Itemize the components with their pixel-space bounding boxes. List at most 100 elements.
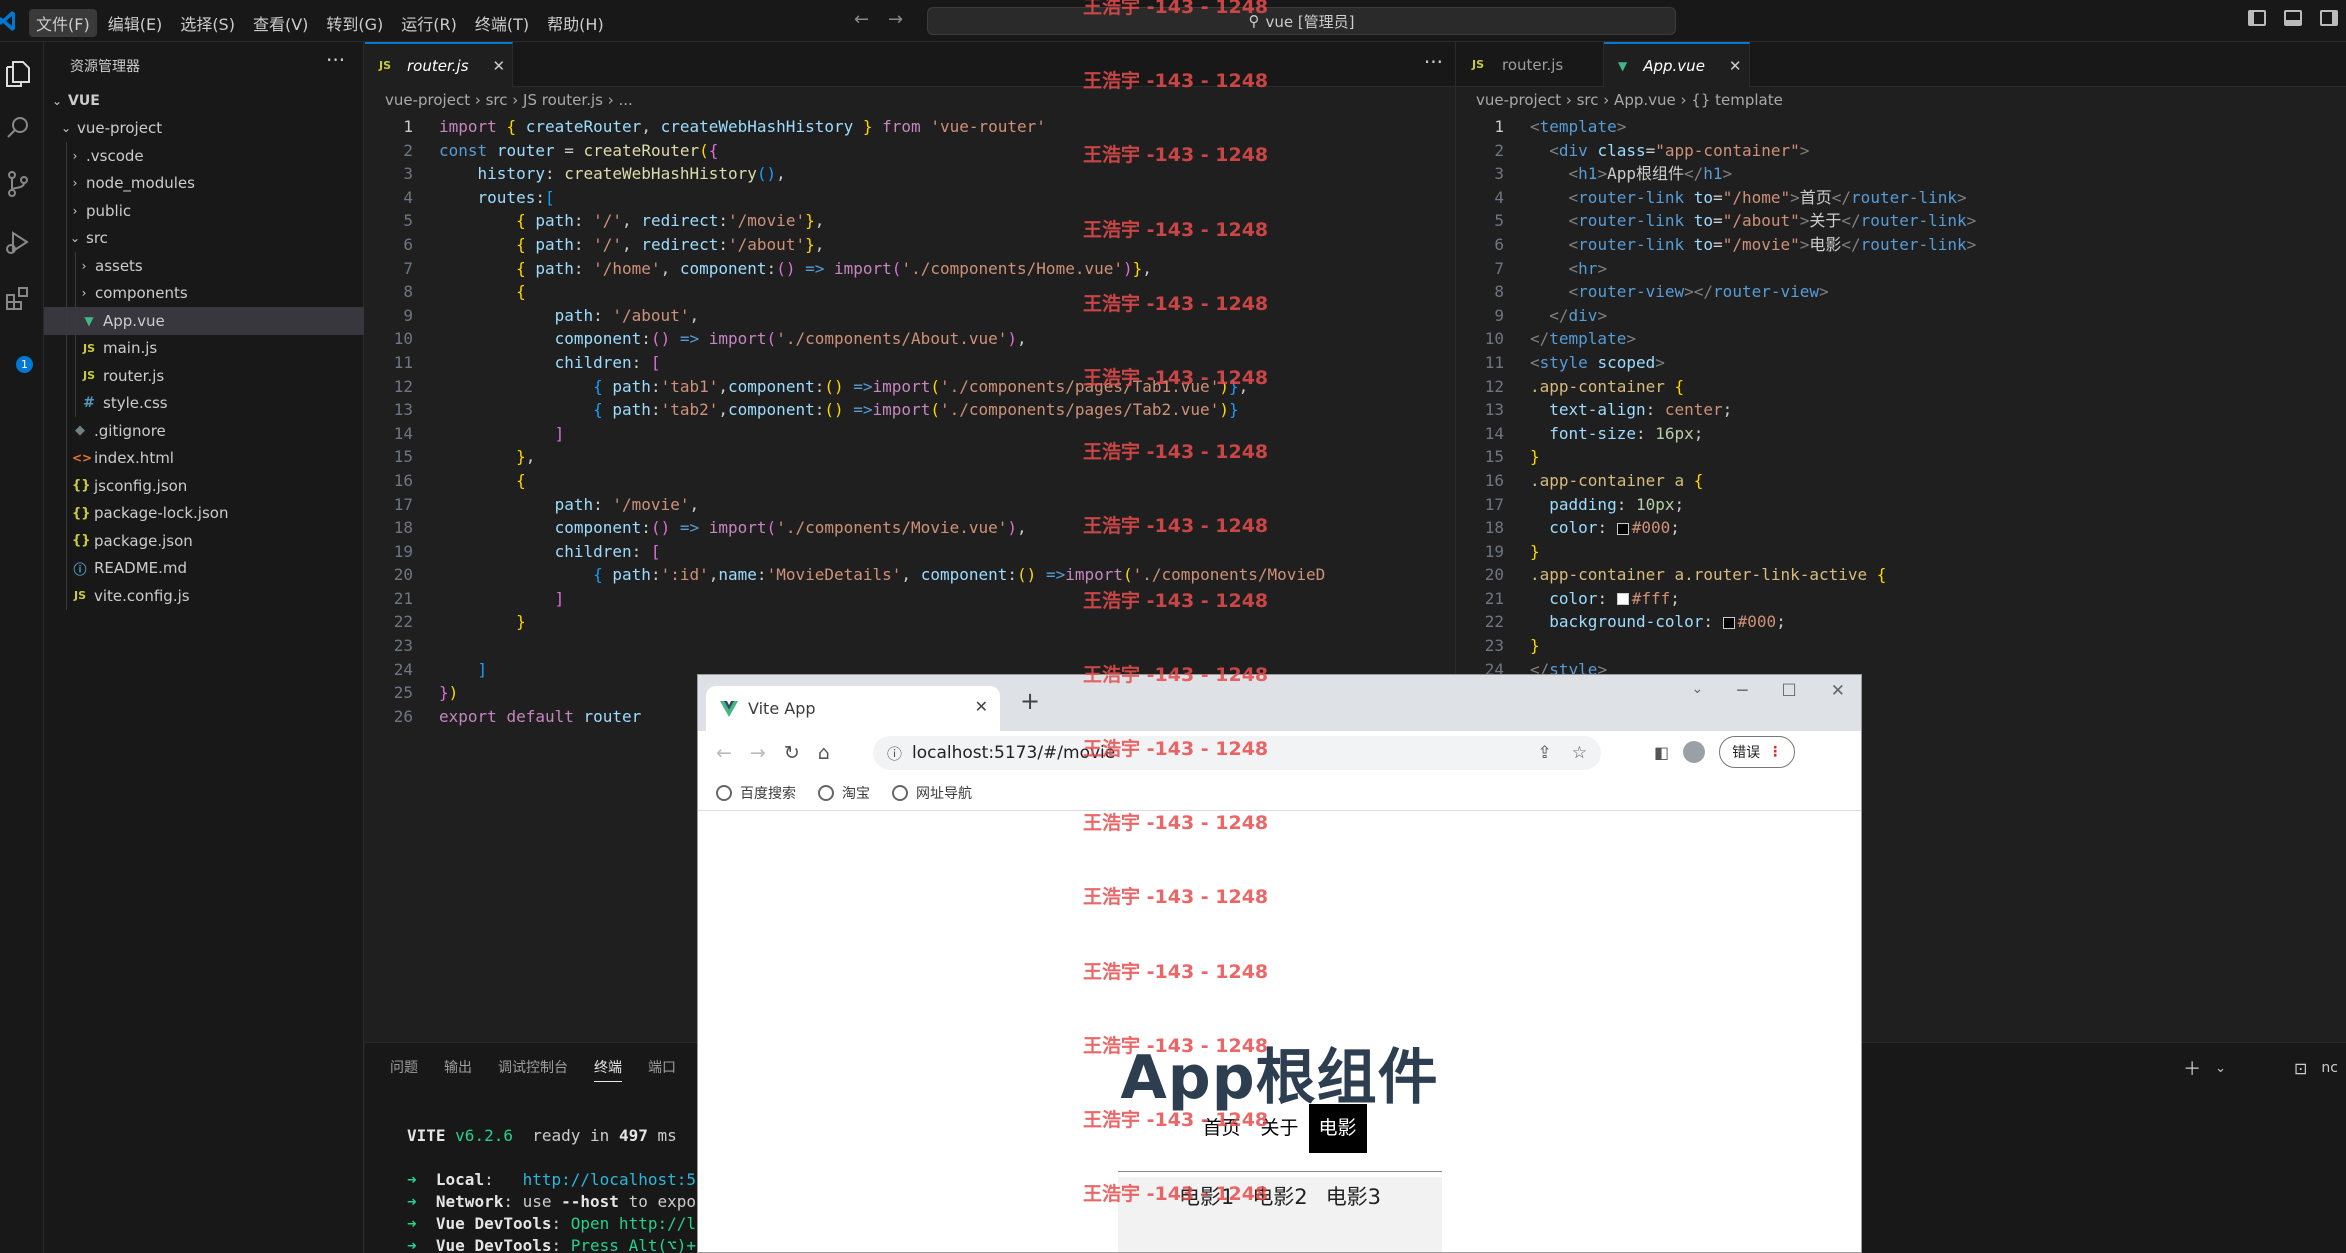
panel-tab[interactable]: 端口 xyxy=(648,1057,676,1082)
chevron-down-icon[interactable]: ⌄ xyxy=(2215,1061,2226,1076)
source-control-icon[interactable] xyxy=(0,166,36,202)
profile-icon[interactable] xyxy=(1683,741,1706,763)
forward-arrow-icon[interactable]: → xyxy=(888,9,903,30)
terminal-output[interactable]: VITE v6.2.6 ready in 497 ms ➜ Local: htt… xyxy=(407,1125,727,1253)
panel-tab[interactable]: 问题 xyxy=(390,1057,418,1082)
tab-search-icon[interactable]: ⌄ xyxy=(1692,681,1704,701)
new-tab-icon[interactable]: + xyxy=(1020,687,1040,715)
tree-item[interactable]: › public xyxy=(44,197,364,225)
tree-item[interactable]: ⌄ src xyxy=(44,224,364,252)
terminal-icon[interactable]: ⊡ xyxy=(2294,1059,2307,1078)
bookmark-item[interactable]: 淘宝 xyxy=(818,783,870,803)
code-line: 19} xyxy=(1456,540,2346,564)
movie-link[interactable]: 电影1 xyxy=(1179,1177,1234,1217)
tree-item-label: public xyxy=(86,201,132,220)
browser-tab[interactable]: Vite App ✕ xyxy=(706,686,1000,731)
new-terminal-icon[interactable]: ＋ xyxy=(2183,1055,2201,1081)
tab-router-js[interactable]: JS router.js xyxy=(1456,42,1604,87)
tree-item[interactable]: › .vscode xyxy=(44,142,364,170)
home-icon[interactable]: ⌂ xyxy=(818,742,830,764)
menu-item[interactable]: 选择(S) xyxy=(173,9,242,37)
minimize-icon[interactable]: ─ xyxy=(1737,681,1747,701)
panel-tab[interactable]: 调试控制台 xyxy=(498,1057,568,1082)
tree-item[interactable]: › assets xyxy=(44,252,364,280)
tree-item[interactable]: JS router.js xyxy=(44,362,364,390)
movie-link[interactable]: 电影2 xyxy=(1252,1177,1307,1217)
movie-link[interactable]: 电影3 xyxy=(1326,1177,1381,1217)
side-panel-icon[interactable]: ◧ xyxy=(1654,743,1669,762)
editor-tabs-right: JS router.js ▼ App.vue ✕ xyxy=(1456,42,2346,87)
code-editor-left[interactable]: 1 import { createRouter, createWebHashHis… xyxy=(365,115,1455,728)
vue-file-icon: ▼ xyxy=(84,313,94,328)
reload-icon[interactable]: ↻ xyxy=(784,742,800,764)
more-actions-icon[interactable]: ··· xyxy=(1424,50,1443,74)
terminal-name[interactable]: nc xyxy=(2321,1060,2338,1076)
menu-item[interactable]: 运行(R) xyxy=(394,9,464,37)
tree-item[interactable]: # style.css xyxy=(44,389,364,417)
line-number: 4 xyxy=(1494,187,1504,207)
menu-item[interactable]: 终端(T) xyxy=(468,9,536,37)
tree-item[interactable]: › components xyxy=(44,279,364,307)
tree-root[interactable]: ⌄ VUE xyxy=(44,87,364,115)
tree-item[interactable]: ⌄ vue-project xyxy=(44,115,364,143)
close-tab-icon[interactable]: ✕ xyxy=(975,697,988,716)
more-actions-icon[interactable]: ··· xyxy=(326,48,345,72)
forward-icon[interactable]: → xyxy=(750,742,766,764)
router-link[interactable]: 首页 xyxy=(1192,1104,1250,1153)
panel-tab[interactable]: 输出 xyxy=(444,1057,472,1082)
tree-item[interactable]: ▼ App.vue xyxy=(44,307,364,335)
menu-item[interactable]: 文件(F) xyxy=(29,9,97,37)
code-line: 21 color: #fff; xyxy=(1456,587,2346,611)
back-icon[interactable]: ← xyxy=(716,742,732,764)
bookmark-item[interactable]: 百度搜索 xyxy=(716,783,796,803)
router-link[interactable]: 关于 xyxy=(1250,1104,1308,1153)
menu-item[interactable]: 转到(G) xyxy=(319,9,390,37)
code-editor-right[interactable]: 1 <template> 2 <div class="app-container">… xyxy=(1456,115,2346,681)
tree-item[interactable]: JS vite.config.js xyxy=(44,582,364,610)
kebab-menu-icon[interactable]: ⋮ xyxy=(1768,744,1782,760)
code-text: ] xyxy=(554,588,565,608)
tree-item[interactable]: {} package-lock.json xyxy=(44,499,364,527)
bookmark-star-icon[interactable]: ☆ xyxy=(1572,743,1587,763)
tab-app-vue[interactable]: ▼ App.vue ✕ xyxy=(1604,42,1750,87)
error-button[interactable]: 错误 ⋮ xyxy=(1719,736,1796,768)
menu-item[interactable]: 查看(V) xyxy=(246,9,315,37)
code-text: path: '/about', xyxy=(554,305,700,325)
close-icon[interactable]: ✕ xyxy=(1729,57,1742,75)
line-number: 11 xyxy=(1484,352,1504,372)
toggle-sidebar-icon[interactable] xyxy=(2248,10,2266,26)
tree-item[interactable]: ◆ .gitignore xyxy=(44,417,364,445)
tree-item[interactable]: <> index.html xyxy=(44,444,364,472)
code-text: import { createRouter, createWebHashHist… xyxy=(439,117,1046,136)
menu-item[interactable]: 帮助(H) xyxy=(540,9,611,37)
tree-item[interactable]: {} package.json xyxy=(44,527,364,555)
toggle-secondary-sidebar-icon[interactable] xyxy=(2320,10,2338,26)
maximize-icon[interactable]: ☐ xyxy=(1782,681,1797,701)
js-file-icon: JS xyxy=(82,369,95,383)
run-debug-icon[interactable] xyxy=(0,224,36,260)
command-center[interactable]: ⚲ vue [管理员] xyxy=(927,7,1676,35)
code-line: 20 .app-container a.router-link-active { xyxy=(1456,563,2346,587)
tree-item[interactable]: {} jsconfig.json xyxy=(44,472,364,500)
close-window-icon[interactable]: ✕ xyxy=(1831,681,1845,701)
close-icon[interactable]: ✕ xyxy=(493,57,506,75)
vscode-logo-icon[interactable] xyxy=(0,10,16,32)
toggle-panel-icon[interactable] xyxy=(2284,10,2302,26)
tree-item[interactable]: › node_modules xyxy=(44,169,364,197)
tree-item[interactable]: JS main.js xyxy=(44,334,364,362)
extensions-icon[interactable] xyxy=(0,280,36,316)
tree-item[interactable]: ⓘ README.md xyxy=(44,554,364,582)
share-icon[interactable]: ⇪ xyxy=(1538,743,1552,763)
router-link[interactable]: 电影 xyxy=(1308,1104,1367,1153)
explorer-icon[interactable] xyxy=(0,56,36,92)
menu-item[interactable]: 编辑(E) xyxy=(101,9,170,37)
search-icon[interactable] xyxy=(0,110,36,146)
tab-router-js[interactable]: JS router.js ✕ xyxy=(365,42,513,87)
bookmark-item[interactable]: 网址导航 xyxy=(892,783,972,803)
panel-tab[interactable]: 终端 xyxy=(594,1057,622,1082)
address-bar[interactable]: ⓘ localhost:5173/#/movie ⇪ ☆ xyxy=(873,736,1601,770)
site-info-icon[interactable]: ⓘ xyxy=(887,743,902,764)
code-line: 6 <router-link to="/movie">电影</router-li… xyxy=(1456,233,2346,257)
back-arrow-icon[interactable]: ← xyxy=(854,9,869,30)
code-text: } xyxy=(1530,541,1540,561)
